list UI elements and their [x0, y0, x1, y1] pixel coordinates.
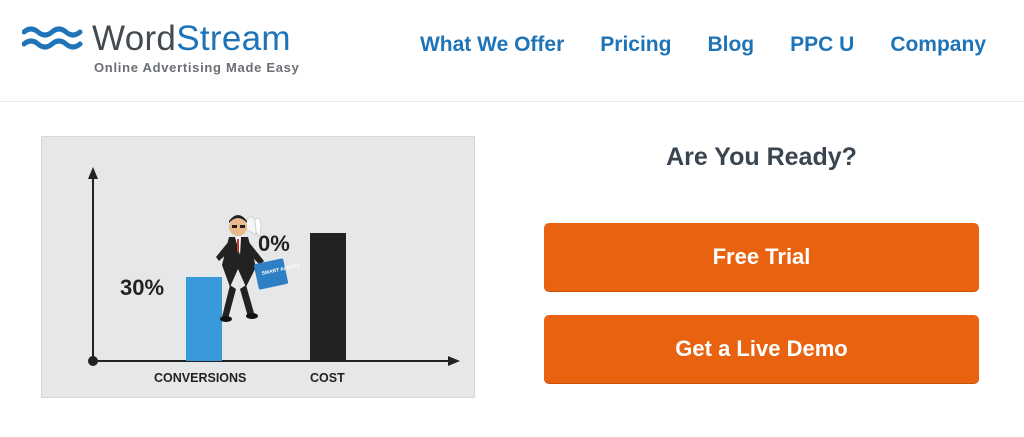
nav-ppc-u[interactable]: PPC U [790, 31, 854, 59]
conversions-cost-illustration: 30% 0% CONVERSIONS COST SMART ALERTS [41, 136, 475, 398]
illustration-graphic: 30% 0% CONVERSIONS COST SMART ALERTS [88, 167, 460, 385]
conversions-label: CONVERSIONS [154, 371, 246, 385]
nav-pricing[interactable]: Pricing [600, 31, 671, 59]
conversions-percent: 30% [120, 275, 164, 300]
main-nav: What We Offer Pricing Blog PPC U Company [420, 31, 986, 59]
brand-tagline: Online Advertising Made Easy [94, 60, 300, 75]
brand-name: WordStream [92, 18, 291, 60]
x-axis-arrow-icon [448, 356, 460, 366]
live-demo-button[interactable]: Get a Live Demo [544, 315, 979, 383]
site-header: WordStream Online Advertising Made Easy … [0, 0, 1024, 102]
brand-name-part1: Word [92, 19, 177, 58]
free-trial-button[interactable]: Free Trial [544, 223, 979, 291]
nav-blog[interactable]: Blog [707, 31, 754, 59]
brand-name-part2: Stream [176, 19, 291, 58]
y-axis-arrow-icon [88, 167, 98, 179]
waves-logo-icon [22, 26, 83, 50]
cta-heading: Are You Ready? [666, 143, 857, 171]
cost-label: COST [310, 371, 345, 385]
nav-company[interactable]: Company [890, 31, 986, 59]
conversions-bar [186, 277, 222, 361]
axis-origin-dot [88, 356, 98, 366]
cost-percent: 0% [258, 231, 290, 256]
cost-bar [310, 233, 346, 361]
wordstream-logo[interactable]: WordStream Online Advertising Made Easy [22, 18, 302, 78]
nav-what-we-offer[interactable]: What We Offer [420, 31, 564, 59]
